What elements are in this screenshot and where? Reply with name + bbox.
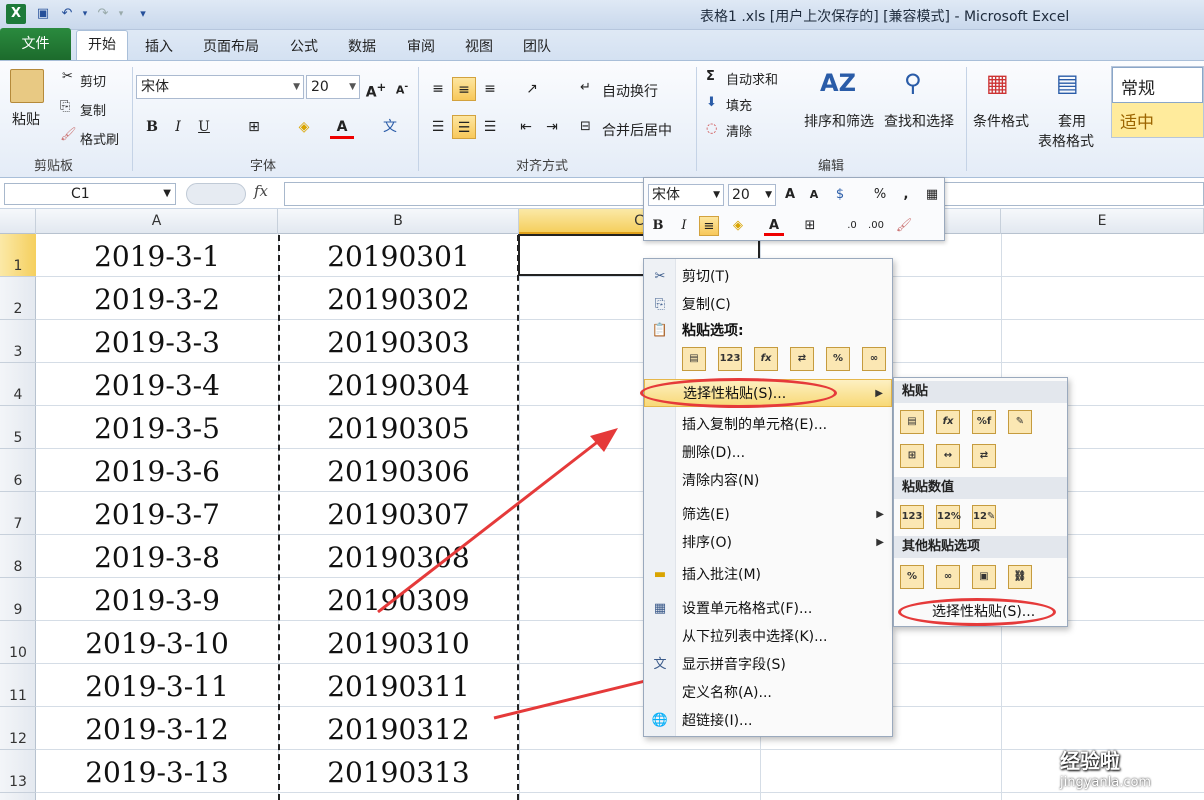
menu-item-insert-copied[interactable]: 插入复制的单元格(E)... [644, 411, 892, 439]
fill-color-icon[interactable]: ◈ [728, 216, 748, 236]
menu-item-label: 排序(O) [682, 535, 732, 551]
menu-section-label: 粘贴选项: [682, 323, 744, 339]
paste-picture-icon[interactable]: ▣ [972, 565, 996, 589]
paste-transpose-icon[interactable]: ⇄ [972, 444, 996, 468]
submenu-arrow-icon: ▶ [875, 388, 883, 399]
paste-no-borders-icon[interactable]: ⊞ [900, 444, 924, 468]
paste-formatting-icon[interactable]: % [826, 347, 850, 371]
paste-icon: 📋 [651, 323, 669, 338]
comma-style-icon[interactable]: , [896, 185, 916, 205]
submenu-section-values: 粘贴数值 [894, 477, 1067, 499]
submenu-section-paste: 粘贴 [894, 381, 1067, 403]
currency-format-icon[interactable]: $ [830, 185, 850, 205]
borders-icon[interactable]: ⊞ [800, 216, 820, 236]
decrease-decimal-icon[interactable]: .00 [866, 216, 886, 236]
paste-formulas-number-format-icon[interactable]: %f [972, 410, 996, 434]
font-color-icon[interactable]: A [764, 216, 784, 236]
menu-item-sort[interactable]: 排序(O) ▶ [644, 529, 892, 557]
paste-keep-source-icon[interactable]: ✎ [1008, 410, 1032, 434]
format-cells-icon: ▦ [653, 601, 667, 616]
grow-font-icon[interactable]: A [780, 185, 800, 205]
menu-item-label: 复制(C) [682, 297, 731, 313]
context-menu: ✂ 剪切(T) ⎘ 复制(C) 📋 粘贴选项: ▤ 123 fx ⇄ % ∞ 选择性粘… [643, 258, 893, 737]
paste-values-icon[interactable]: 123 [900, 505, 924, 529]
menu-item-pick-list[interactable]: 从下拉列表中选择(K)... [644, 623, 892, 651]
menu-item-format-cells[interactable]: ▦ 设置单元格格式(F)... [644, 595, 892, 623]
paste-link-icon[interactable]: ∞ [862, 347, 886, 371]
watermark-url: jingyanla.com [1060, 775, 1152, 790]
mini-size-value: 20 [732, 187, 750, 203]
menu-item-label: 筛选(E) [682, 507, 730, 523]
paste-values-number-format-icon[interactable]: 12% [936, 505, 961, 529]
menu-item-delete[interactable]: 删除(D)... [644, 439, 892, 467]
menu-item-label: 从下拉列表中选择(K)... [682, 629, 828, 645]
annotation-ellipse [640, 378, 837, 408]
menu-item-hyperlink[interactable]: 🌐 超链接(I)... [644, 707, 892, 735]
menu-item-copy[interactable]: ⎘ 复制(C) [644, 291, 892, 319]
paste-keep-width-icon[interactable]: ↔ [936, 444, 960, 468]
menu-item-label: 定义名称(A)... [682, 685, 772, 701]
mini-font-select[interactable]: 宋体 ▼ [648, 184, 724, 206]
paste-option-icon[interactable]: ▤ [682, 347, 706, 371]
align-center-icon[interactable]: ≡ [699, 216, 719, 236]
submenu-arrow-icon: ▶ [876, 509, 884, 520]
paste-formatting-icon[interactable]: % [900, 565, 924, 589]
menu-item-label: 插入批注(M) [682, 567, 762, 583]
paste-formulas-icon[interactable]: fx [754, 347, 778, 371]
menu-item-label: 剪切(T) [682, 269, 730, 285]
paste-special-submenu: 粘贴 ▤ fx %f ✎ ⊞ ↔ ⇄ 粘贴数值 123 12% 12✎ 其他粘贴… [893, 377, 1068, 627]
paste-transpose-icon[interactable]: ⇄ [790, 347, 814, 371]
mini-size-select[interactable]: 20 ▼ [728, 184, 776, 206]
menu-item-label: 清除内容(N) [682, 473, 760, 489]
paste-linked-picture-icon[interactable]: ⛓ [1008, 565, 1032, 589]
mini-font-value: 宋体 [652, 187, 680, 203]
chevron-down-icon: ▼ [765, 190, 772, 200]
annotation-ellipse [898, 598, 1056, 626]
cut-icon: ✂ [654, 269, 666, 284]
paste-options-header: 📋 粘贴选项: [644, 317, 892, 345]
paste-values-source-format-icon[interactable]: 12✎ [972, 505, 996, 529]
paste-values-icon[interactable]: 123 [718, 347, 742, 371]
menu-item-label: 设置单元格格式(F)... [682, 601, 813, 617]
menu-item-phonetic[interactable]: 文显示拼音字段(S) [644, 651, 892, 679]
mini-toolbar: 宋体 ▼ 20 ▼ A A $ % , ▦ B I ≡ ◈ A ⊞ .0 .00 🖌 [643, 177, 945, 241]
annotation-arrowhead [590, 428, 618, 452]
submenu-section-other: 其他粘贴选项 [894, 536, 1067, 558]
annotation-arrow-line [377, 438, 601, 614]
menu-item-clear[interactable]: 清除内容(N) [644, 467, 892, 495]
menu-item-label: 插入复制的单元格(E)... [682, 417, 828, 433]
percent-icon[interactable]: % [870, 185, 890, 205]
bold-icon[interactable]: B [648, 216, 668, 236]
copy-icon: ⎘ [654, 297, 666, 312]
paste-link-icon[interactable]: ∞ [936, 565, 960, 589]
menu-item-cut[interactable]: ✂ 剪切(T) [644, 263, 892, 291]
increase-decimal-icon[interactable]: .0 [842, 216, 862, 236]
chevron-down-icon: ▼ [713, 190, 720, 200]
format-cells-icon[interactable]: ▦ [922, 185, 942, 205]
paste-icon[interactable]: ▤ [900, 410, 924, 434]
menu-item-define-name[interactable]: 定义名称(A)... [644, 679, 892, 707]
submenu-arrow-icon: ▶ [876, 537, 884, 548]
phonetic-icon: 文 [653, 657, 667, 672]
shrink-font-icon[interactable]: A [804, 185, 824, 205]
comment-icon: ▬ [653, 567, 667, 582]
italic-icon[interactable]: I [674, 216, 694, 236]
menu-item-label: 超链接(I)... [682, 713, 753, 729]
menu-item-label: 显示拼音字段(S) [682, 657, 786, 673]
format-painter-icon[interactable]: 🖌 [894, 216, 914, 236]
menu-item-insert-comment[interactable]: ▬ 插入批注(M) [644, 561, 892, 589]
menu-item-filter[interactable]: 筛选(E) ▶ [644, 501, 892, 529]
hyperlink-icon: 🌐 [651, 713, 669, 728]
paste-formulas-icon[interactable]: fx [936, 410, 960, 434]
watermark-text: 经验啦 [1060, 749, 1120, 773]
menu-item-label: 删除(D)... [682, 445, 746, 461]
